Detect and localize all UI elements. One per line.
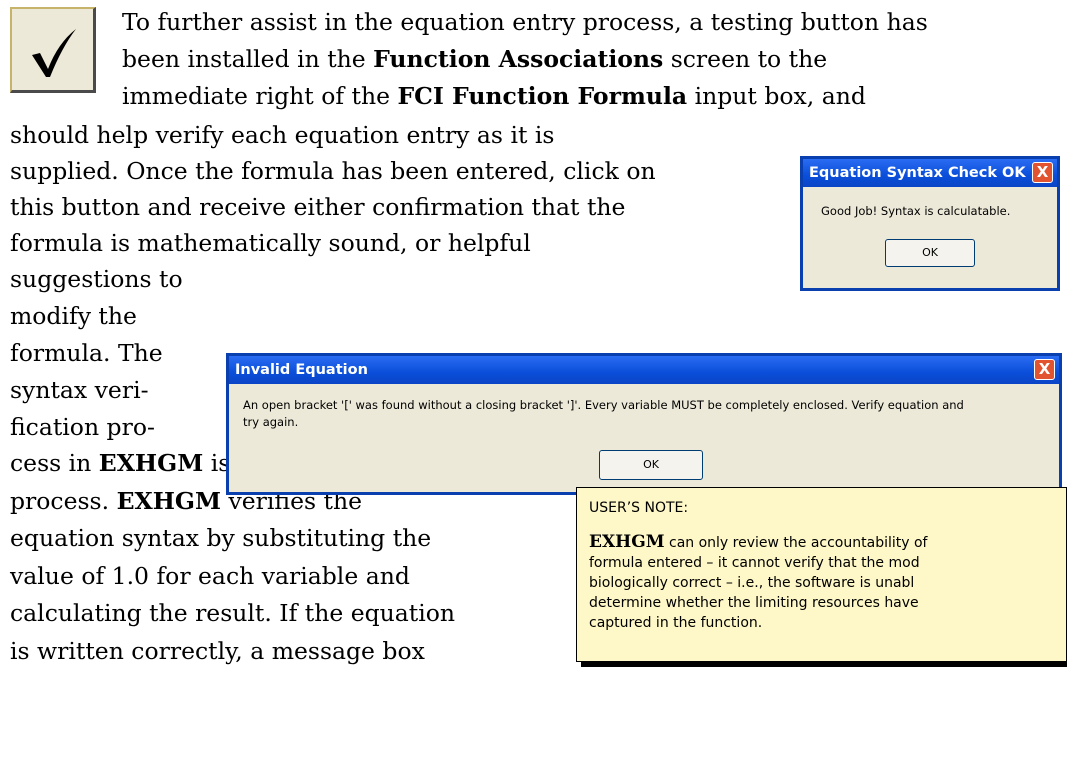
invalid-equation-dialog: Invalid Equation X An open bracket '[' w… (226, 353, 1062, 495)
dialog-title-bar: Invalid Equation X (229, 356, 1059, 384)
text-line: should help verify each equation entry a… (10, 121, 555, 149)
text-line: calculating the result. If the equation (10, 596, 455, 630)
note-heading: USER’S NOTE: (589, 500, 689, 516)
note-product-name: EXHGM (589, 532, 665, 552)
note-line: biologically correct – i.e., the softwar… (589, 575, 915, 591)
note-body: EXHGM can only review the accountability… (589, 532, 1066, 633)
text-line: To further assist in the equation entry … (122, 5, 928, 39)
dialog-message-line1: An open bracket '[' was found without a … (243, 398, 964, 412)
note-line: captured in the function. (589, 615, 763, 631)
text-run: cess in (10, 449, 99, 477)
dialog-title: Equation Syntax Check OK (809, 165, 1026, 181)
text-line: equation syntax by substituting the (10, 521, 431, 555)
text-line: is written correctly, a message box (10, 634, 425, 668)
bold-term: Function Associations (373, 45, 664, 73)
dialog-message: Good Job! Syntax is calculatable. (821, 204, 1011, 218)
dialog-title: Invalid Equation (235, 362, 368, 378)
bold-term: EXHGM (98, 449, 204, 477)
text-run: been installed in the (122, 45, 374, 73)
dialog-message-line2: try again. (243, 415, 299, 429)
text-line: syntax veri- (10, 376, 149, 404)
users-note-box: USER’S NOTE: EXHGM can only review the a… (576, 487, 1067, 662)
syntax-check-button[interactable] (10, 7, 96, 93)
close-icon[interactable]: X (1032, 162, 1053, 183)
text-line: suggestions to (10, 265, 183, 293)
bold-term: EXHGM (116, 486, 221, 515)
note-line: determine whether the limiting resources… (589, 595, 919, 611)
text-line: been installed in the Function Associati… (122, 42, 827, 76)
text-run: calculating the result. If the equation (10, 599, 456, 627)
text-run: input box, and (687, 82, 866, 110)
text-line: formula. The (10, 339, 163, 367)
checkmark-icon (32, 29, 76, 77)
text-line: fication pro- (10, 413, 155, 441)
text-line: formula is mathematically sound, or help… (10, 229, 531, 257)
ok-button[interactable]: OK (885, 239, 975, 267)
text-run: immediate right of the (122, 82, 398, 110)
text-run: process. (10, 486, 117, 515)
note-line: formula entered – it cannot verify that … (589, 555, 920, 571)
dialog-title-bar: Equation Syntax Check OK X (803, 159, 1057, 187)
text-run: value of 1.0 for each variable and (10, 561, 410, 590)
text-line: this button and receive either confirmat… (10, 193, 626, 221)
note-line: EXHGM can only review the accountability… (589, 532, 928, 552)
text-line: supplied. Once the formula has been ente… (10, 157, 656, 185)
text-line: value of 1.0 for each variable and (10, 559, 410, 593)
text-run: is written correctly, a message box (10, 636, 425, 665)
text-line: immediate right of the FCI Function Form… (122, 79, 866, 113)
ok-button[interactable]: OK (599, 450, 703, 480)
text-run: screen to the (663, 45, 828, 73)
syntax-ok-dialog: Equation Syntax Check OK X Good Job! Syn… (800, 156, 1060, 291)
bold-term: FCI Function Formula (397, 82, 688, 110)
text-run: equation syntax by substituting the (10, 524, 432, 552)
close-icon[interactable]: X (1034, 359, 1055, 380)
text-run: To further assist in the equation entry … (122, 8, 928, 36)
text-line: modify the (10, 302, 137, 330)
